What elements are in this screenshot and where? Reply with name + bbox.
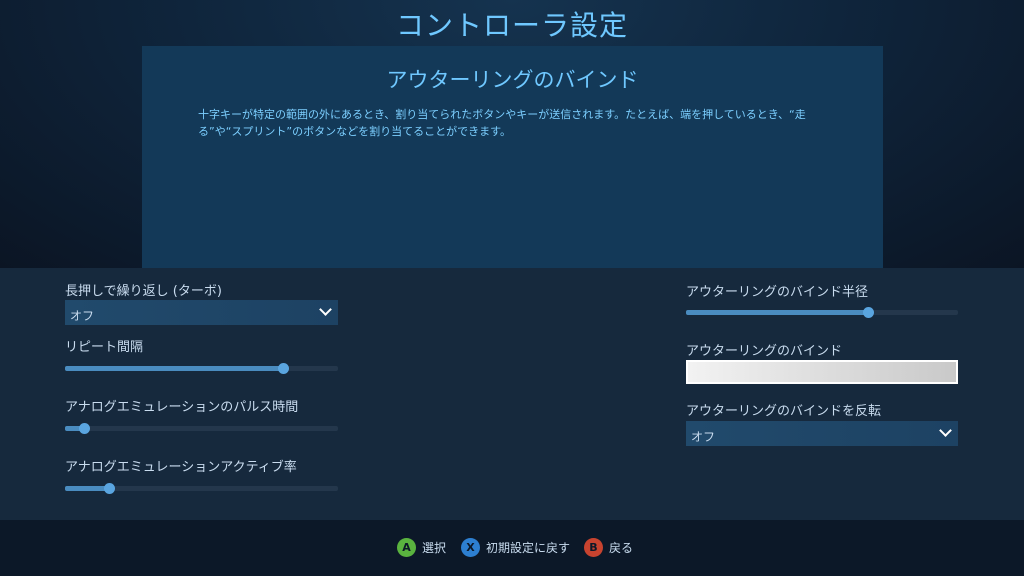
turbo-dropdown[interactable]: オフ [65,300,338,325]
slider-fill [65,366,284,371]
chevron-down-icon [319,303,332,316]
active-rate-slider[interactable] [65,483,338,494]
invert-dropdown[interactable]: オフ [686,421,958,446]
binding-field[interactable] [686,360,958,384]
back-label: 戻る [609,541,634,555]
description-panel: アウターリングのバインド 十字キーが特定の範囲の外にあるとき、割り当てられたボタ… [142,46,883,268]
reset-label: 初期設定に戻す [486,541,571,555]
slider-fill [686,310,869,315]
binding-label: アウターリングのバインド [686,344,843,359]
turbo-value: オフ [70,309,95,323]
page-title: コントローラ設定 [395,9,628,42]
invert-label: アウターリングのバインドを反転 [686,404,882,419]
select-label: 選択 [422,541,447,555]
chevron-down-icon [939,424,952,437]
b-button-icon: B [584,538,603,557]
invert-value: オフ [691,430,716,444]
repeat-interval-slider[interactable] [65,363,338,374]
a-button-icon: A [397,538,416,557]
radius-label: アウターリングのバインド半径 [686,285,869,300]
active-rate-label: アナログエミュレーションアクティブ率 [65,460,297,475]
radius-slider[interactable] [686,307,958,318]
reset-hint[interactable]: X 初期設定に戻す [461,538,570,557]
description-title: アウターリングのバインド [386,68,639,92]
x-button-icon: X [461,538,480,557]
pulse-time-slider[interactable] [65,423,338,434]
pulse-time-label: アナログエミュレーションのパルス時間 [65,400,299,415]
select-hint[interactable]: A 選択 [397,538,446,557]
back-hint[interactable]: B 戻る [584,538,633,557]
turbo-label: 長押しで繰り返し (ターボ) [65,284,222,299]
slider-thumb[interactable] [103,483,115,494]
repeat-interval-label: リピート間隔 [65,340,144,355]
slider-fill [65,486,109,491]
description-text: 十字キーが特定の範囲の外にあるとき、割り当てられたボタンやキーが送信されます。た… [198,108,806,138]
